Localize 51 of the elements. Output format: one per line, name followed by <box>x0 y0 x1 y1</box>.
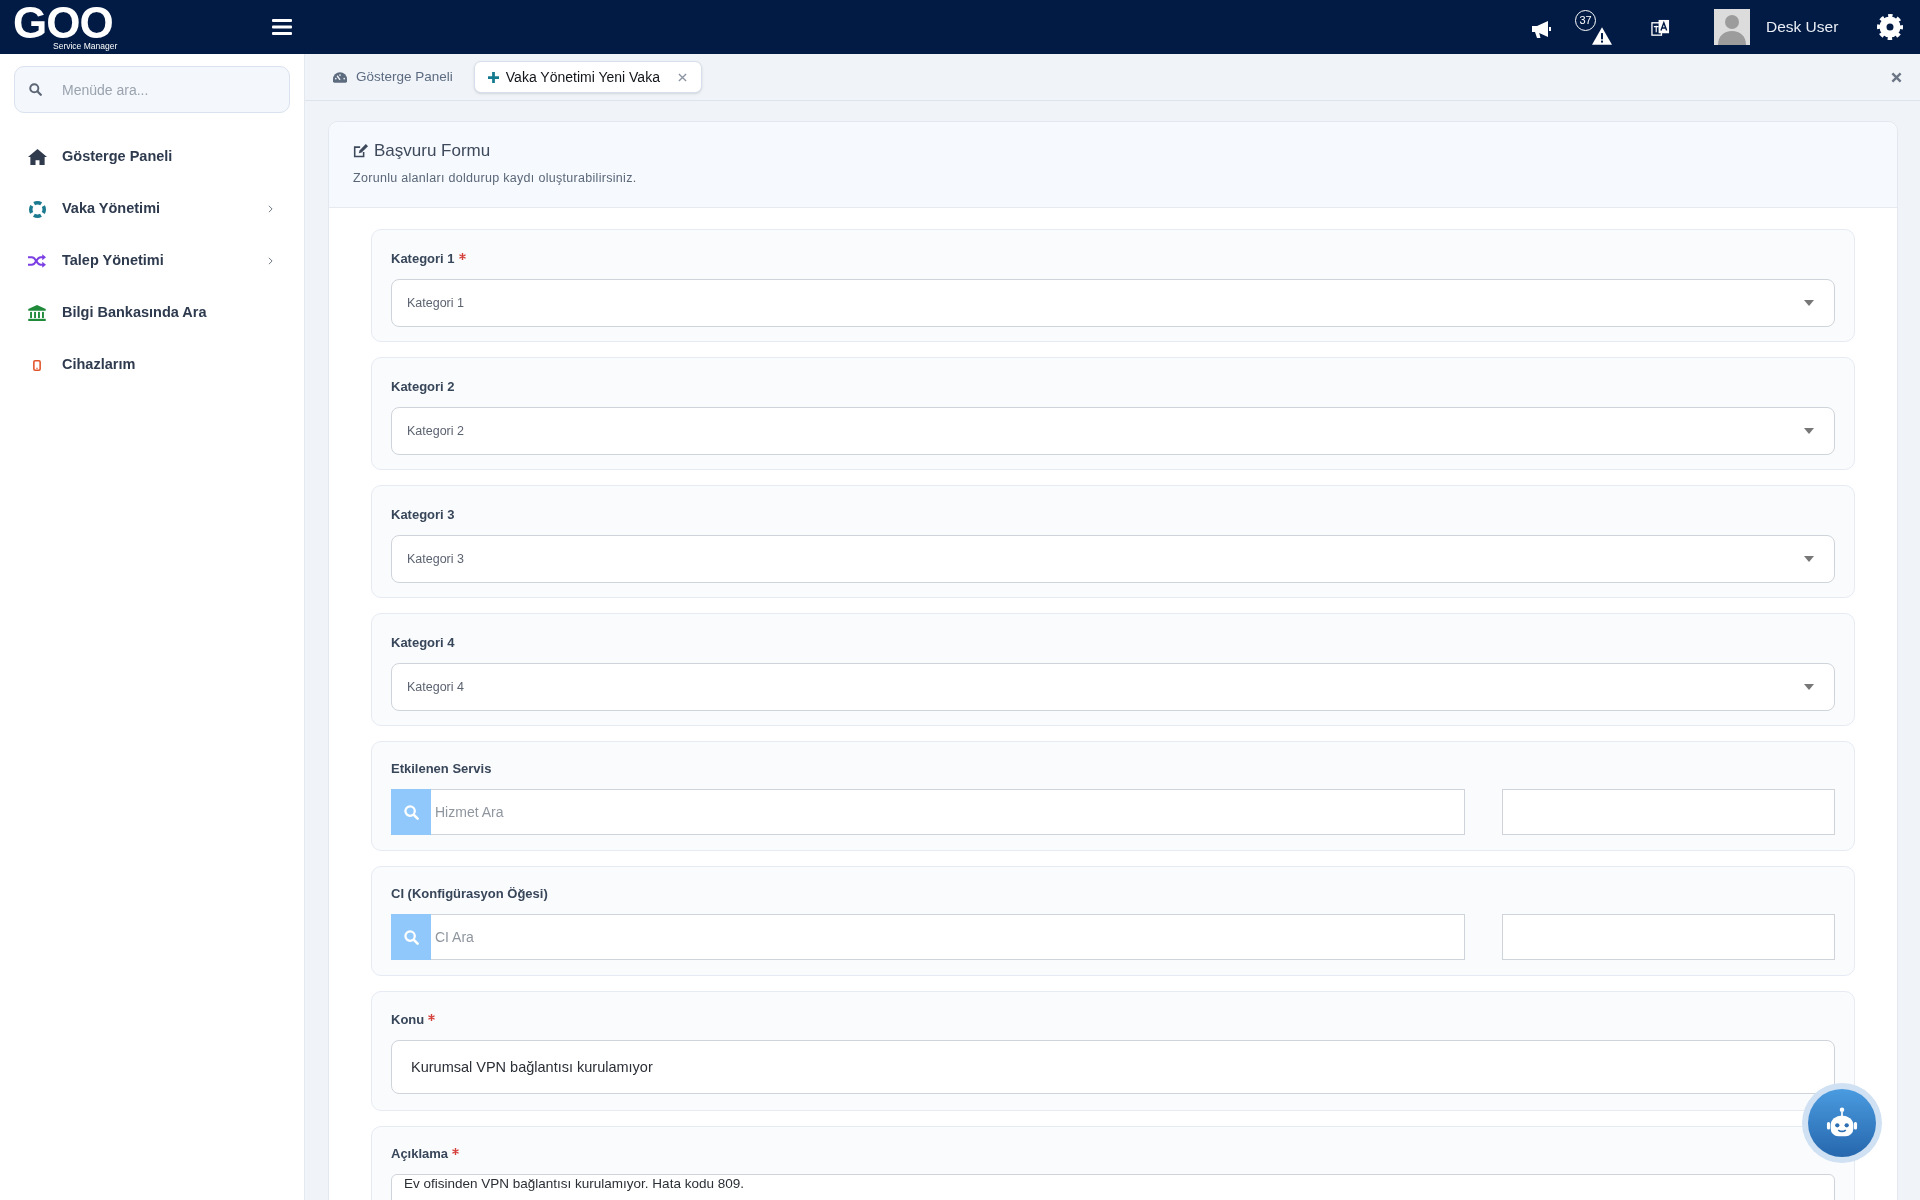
field-label: Kategori 3 <box>391 506 455 524</box>
plus-icon <box>487 71 499 83</box>
form-title: Başvuru Formu <box>374 140 491 163</box>
tab[interactable]: Vaka Yönetimi Yeni Vaka <box>473 61 702 93</box>
megaphone-icon[interactable] <box>1531 20 1551 38</box>
search-icon <box>403 929 419 945</box>
edit-icon <box>353 144 369 158</box>
sidebar-item[interactable]: Cihazlarım <box>14 339 290 391</box>
user-name[interactable]: Desk User <box>1766 15 1846 39</box>
field-label: Etkilenen Servis <box>391 760 492 778</box>
caret-down-icon <box>1804 556 1814 562</box>
logo-tagline: Service Manager <box>53 41 119 51</box>
alerts-button[interactable]: 37 <box>1575 12 1612 42</box>
field-label: Kategori 2 <box>391 378 455 396</box>
sidebar-item[interactable]: Gösterge Paneli <box>14 131 290 183</box>
logo-wordmark: GOO <box>13 5 113 41</box>
field-label: Kategori 4 <box>391 634 455 652</box>
sidebar-item[interactable]: Vaka Yönetimi <box>14 183 290 235</box>
tab[interactable]: Gösterge Paneli <box>322 61 464 93</box>
caret-down-icon <box>1804 300 1814 306</box>
sidebar-item[interactable]: Talep Yönetimi <box>14 235 290 287</box>
menu-icon[interactable] <box>272 19 292 35</box>
translate-icon[interactable] <box>1651 19 1670 38</box>
caret-down-icon <box>1804 428 1814 434</box>
warning-icon <box>1592 27 1612 45</box>
search-icon <box>403 804 419 820</box>
caret-down-icon <box>1804 684 1814 690</box>
dropdown-field[interactable]: Kategori 2 <box>391 407 1835 455</box>
close-all-icon[interactable] <box>1891 71 1902 83</box>
settings-icon[interactable] <box>1877 14 1903 40</box>
lookup-value-field[interactable] <box>1502 914 1835 960</box>
menu-search-field[interactable]: Menüde ara... <box>14 66 290 113</box>
dashboard-icon <box>333 71 347 83</box>
robot-icon <box>1825 1107 1859 1139</box>
field-label: Konu <box>391 1011 425 1029</box>
close-icon[interactable] <box>677 72 687 82</box>
form-subtitle: Zorunlu alanları doldurup kaydı oluşturabilirsiniz. <box>353 170 638 186</box>
field-label: CI (Konfigürasyon Öğesi) <box>391 885 548 903</box>
search-field[interactable]: Hizmet Ara <box>431 789 1465 835</box>
dropdown-field[interactable]: Kategori 1 <box>391 279 1835 327</box>
search-field[interactable]: CI Ara <box>431 914 1465 960</box>
dropdown-field[interactable]: Kategori 4 <box>391 663 1835 711</box>
dropdown-field[interactable]: Kategori 3 <box>391 535 1835 583</box>
search-icon <box>29 83 42 96</box>
text-field[interactable]: Kurumsal VPN bağlantısı kurulamıyor <box>391 1040 1835 1094</box>
field-label: Açıklama <box>391 1145 449 1163</box>
avatar-icon <box>1714 9 1750 45</box>
lookup-value-field[interactable] <box>1502 789 1835 835</box>
sidebar-item[interactable]: Bilgi Bankasında Ara <box>14 287 290 339</box>
field-label: Kategori 1 <box>391 250 455 268</box>
text-area-field[interactable]: Ev ofisinden VPN bağlantısı kurulamıyor. Hata kodu 809. <box>391 1174 1835 1200</box>
